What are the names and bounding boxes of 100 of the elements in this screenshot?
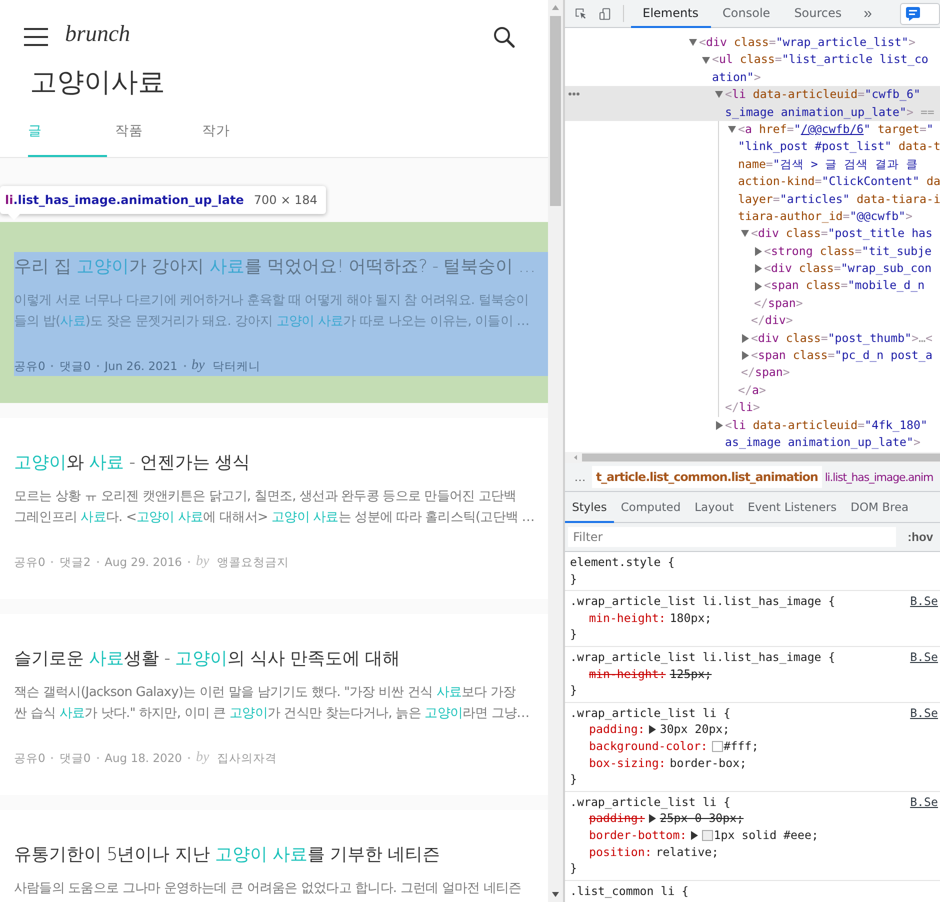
caret-right-icon[interactable] bbox=[648, 725, 656, 734]
tab[interactable]: 작가 bbox=[202, 110, 281, 157]
caret-right-icon[interactable] bbox=[690, 830, 698, 840]
source-link[interactable]: B.Se bbox=[910, 648, 940, 666]
dom-node-line[interactable]: <div class="wrap_article_list"> bbox=[699, 34, 916, 52]
filter-field[interactable]: Filter bbox=[568, 527, 896, 547]
css-selector: .list_common li { bbox=[570, 882, 690, 900]
css-selector: .wrap_article_list li { bbox=[570, 794, 732, 810]
element-size: 700 × 184 bbox=[254, 193, 318, 207]
css-property[interactable]: padding: bbox=[589, 721, 645, 738]
article-excerpt: 사람들의 도움으로 그나마 운영하는데 큰 어려움은 없었다고 합니다. 그런데 얼마전 네티즌 bbox=[14, 880, 522, 898]
dom-node-line[interactable]: <strong class="tit_subje bbox=[764, 242, 932, 260]
dom-node-line[interactable]: tiara-author_id="@@cwfb"> bbox=[738, 208, 913, 226]
share-count: 공유0 bbox=[14, 358, 46, 374]
css-value[interactable]: 25px 0 30px; bbox=[660, 810, 744, 827]
issues-button[interactable] bbox=[900, 2, 940, 24]
styles-tab[interactable]: Layout bbox=[688, 492, 741, 523]
article-title[interactable]: 슬기로운 사료생활 - 고양이의 식사 만족도에 대해 bbox=[14, 644, 542, 674]
css-value[interactable]: 1px solid #eee; bbox=[714, 826, 818, 844]
caret-right-icon[interactable] bbox=[648, 814, 656, 824]
dom-node-line[interactable]: s_image animation_up_late"> == bbox=[725, 104, 934, 121]
dom-node-line[interactable]: layer="articles" data-tiara-i bbox=[738, 190, 940, 208]
styles-tab[interactable]: Event Listeners bbox=[740, 492, 844, 523]
closing-brace: } bbox=[570, 626, 578, 643]
dom-node-line[interactable]: <div class="wrap_sub_con bbox=[764, 260, 932, 278]
panel-tab[interactable]: Console bbox=[710, 0, 782, 28]
dom-node-line[interactable]: <ul class="list_article list_co bbox=[712, 51, 928, 69]
menu-icon[interactable] bbox=[24, 27, 48, 47]
css-value[interactable]: 180px; bbox=[670, 610, 712, 626]
dom-node-line[interactable]: <div class="post_thumb">…< bbox=[751, 330, 933, 348]
css-value[interactable]: #fff; bbox=[724, 738, 759, 755]
dom-node-line[interactable]: as_image animation_up_late"> bbox=[725, 434, 920, 452]
scrollbar[interactable] bbox=[548, 0, 563, 902]
article-excerpt: 잭슨 갤럭시(Jackson Galaxy)는 이런 말을 남기기도 했다. "가장 비싼 건식 사료보다 가장 싼 습식 사료가 낫다." 하지만, 이미 큰 고양이가 건식만 찾는다거나, 늙은 고양이라면 그냥… bbox=[14, 684, 530, 723]
comment-count: 댓글0 bbox=[59, 750, 91, 766]
dom-node-line[interactable]: <span class="pc_d_n post_a bbox=[751, 347, 933, 364]
styles-tab[interactable]: Computed bbox=[614, 492, 688, 523]
panel-tab[interactable]: Sources bbox=[782, 0, 854, 28]
css-property[interactable]: min-height: bbox=[589, 666, 666, 682]
article-title[interactable]: 고양이와 사료 - 언젠가는 생식 bbox=[14, 448, 542, 478]
breadcrumb[interactable]: t_article.list_common.list_animation bbox=[592, 466, 822, 488]
css-selector: .wrap_article_list li.list_has_image { bbox=[570, 648, 836, 666]
more-panels-button[interactable]: » bbox=[854, 5, 882, 22]
dom-node-line[interactable]: name="검색 > 글 검색 결과 클 bbox=[738, 156, 918, 174]
dom-node-line[interactable]: <div class="post_title has bbox=[751, 225, 933, 243]
source-link[interactable]: B.Se bbox=[910, 593, 940, 610]
article-title[interactable]: 유통기한이 5년이나 지난 고양이 사료를 기부한 네티즌 bbox=[14, 840, 542, 870]
source-link[interactable]: B.Se bbox=[910, 704, 940, 722]
dom-node-line[interactable]: action-kind="ClickContent" da bbox=[738, 173, 940, 191]
css-selector: .wrap_article_list li { bbox=[570, 704, 732, 722]
css-value[interactable]: border-box; bbox=[670, 754, 747, 772]
panel-tab[interactable]: Elements bbox=[630, 0, 711, 28]
more-crumbs-button[interactable]: … bbox=[565, 470, 592, 484]
dom-node-line[interactable]: ation"> bbox=[712, 68, 761, 86]
dom-node-line[interactable]: "link_post #post_list" data-t bbox=[738, 138, 940, 156]
dom-node-line[interactable]: </li> bbox=[725, 399, 760, 417]
css-property[interactable]: border-bottom: bbox=[589, 826, 687, 844]
search-icon[interactable] bbox=[493, 26, 515, 48]
dom-node-line[interactable]: </span> bbox=[754, 294, 803, 312]
logo[interactable]: brunch bbox=[65, 21, 130, 47]
share-count: 공유0 bbox=[14, 554, 46, 570]
source-link[interactable]: B.Se bbox=[910, 794, 940, 810]
article-card[interactable]: 고양이와 사료 - 언젠가는 생식 모르는 상황 ㅠ 오리젠 캣앤키튼은 닭고기, 칠면조, 생선과 완두콩 등으로 만들어진 고단백 그레인프리 사료다. <고양이 사료에 대해서> 고양이 사료는 성분에 따라 홀리스틱(고단백 … 공유0 댓글2 Aug 29. 2016 by 앵콜요청금지 bbox=[0, 418, 548, 599]
hover-state-button[interactable]: :hov bbox=[904, 530, 937, 544]
css-property[interactable]: padding: bbox=[589, 810, 645, 827]
by-label: by bbox=[196, 750, 210, 766]
dom-node-line[interactable]: <a href="/@@cwfb/6" target=" bbox=[738, 120, 934, 138]
caret-down-icon[interactable] bbox=[715, 90, 723, 100]
post-date: Aug 29. 2016 bbox=[104, 555, 182, 569]
css-value[interactable]: 30px 20px; bbox=[660, 721, 730, 738]
dom-node-line[interactable]: </a> bbox=[738, 382, 766, 400]
styles-tab[interactable]: DOM Brea bbox=[844, 492, 916, 523]
color-swatch[interactable] bbox=[712, 740, 723, 752]
tab[interactable]: 작품 bbox=[115, 110, 194, 157]
color-swatch[interactable] bbox=[702, 830, 713, 841]
article-card[interactable]: 슬기로운 사료생활 - 고양이의 식사 만족도에 대해 잭슨 갤럭시(Jackson Galaxy)는 이런 말을 남기기도 했다. "가장 비싼 건식 사료보다 가장 싼 습식 사료가 낫다." 하지만, 이미 큰 고양이가 건식만 찾는다거나, 늙은 고양이라면 그냥… 공유0 댓글0 Aug 18. 2020 by 집사의자격 bbox=[0, 614, 548, 795]
dom-node-line[interactable]: <li data-articleuid="4fk_180" bbox=[725, 416, 928, 434]
css-property[interactable]: box-sizing: bbox=[589, 754, 666, 772]
css-value[interactable]: 125px; bbox=[670, 666, 712, 682]
dom-node-line[interactable]: <span class="mobile_d_n bbox=[764, 277, 925, 295]
css-property[interactable]: min-height: bbox=[589, 610, 666, 626]
dom-node-line[interactable]: </div> bbox=[751, 312, 793, 330]
caret-down-icon[interactable] bbox=[741, 229, 749, 238]
more-icon[interactable] bbox=[568, 92, 580, 96]
breadcrumb[interactable]: li.list_has_image.anim bbox=[822, 466, 940, 488]
post-date: Jun 26. 2021 bbox=[104, 359, 178, 373]
caret-down-icon[interactable] bbox=[702, 56, 710, 65]
article-excerpt: 모르는 상황 ㅠ 오리젠 캣앤키튼은 닭고기, 칠면조, 생선과 완두콩 등으로 만들어진 고단백 그레인프리 사료다. <고양이 사료에 대해서> 고양이 사료는 성분에 따라 홀리스틱(고단백 … bbox=[14, 488, 536, 527]
closing-brace: } bbox=[570, 860, 578, 877]
caret-down-icon[interactable] bbox=[728, 125, 736, 134]
dom-node-line[interactable]: <li data-articleuid="cwfb_6" bbox=[725, 86, 920, 104]
css-property[interactable]: position: bbox=[589, 844, 652, 860]
chat-icon bbox=[905, 6, 921, 22]
css-value[interactable]: relative; bbox=[656, 844, 719, 860]
dom-node-line[interactable]: </span> bbox=[741, 364, 790, 382]
horizontal-scrollbar[interactable] bbox=[565, 452, 940, 463]
caret-down-icon[interactable] bbox=[689, 38, 697, 48]
closing-brace: } bbox=[570, 682, 578, 699]
css-property[interactable]: background-color: bbox=[589, 738, 708, 755]
article-card[interactable]: 유통기한이 5년이나 지난 고양이 사료를 기부한 네티즌 사람들의 도움으로 그나마 운영하는데 큰 어려움은 없었다고 합니다. 그런데 얼마전 네티즌 bbox=[0, 810, 548, 902]
